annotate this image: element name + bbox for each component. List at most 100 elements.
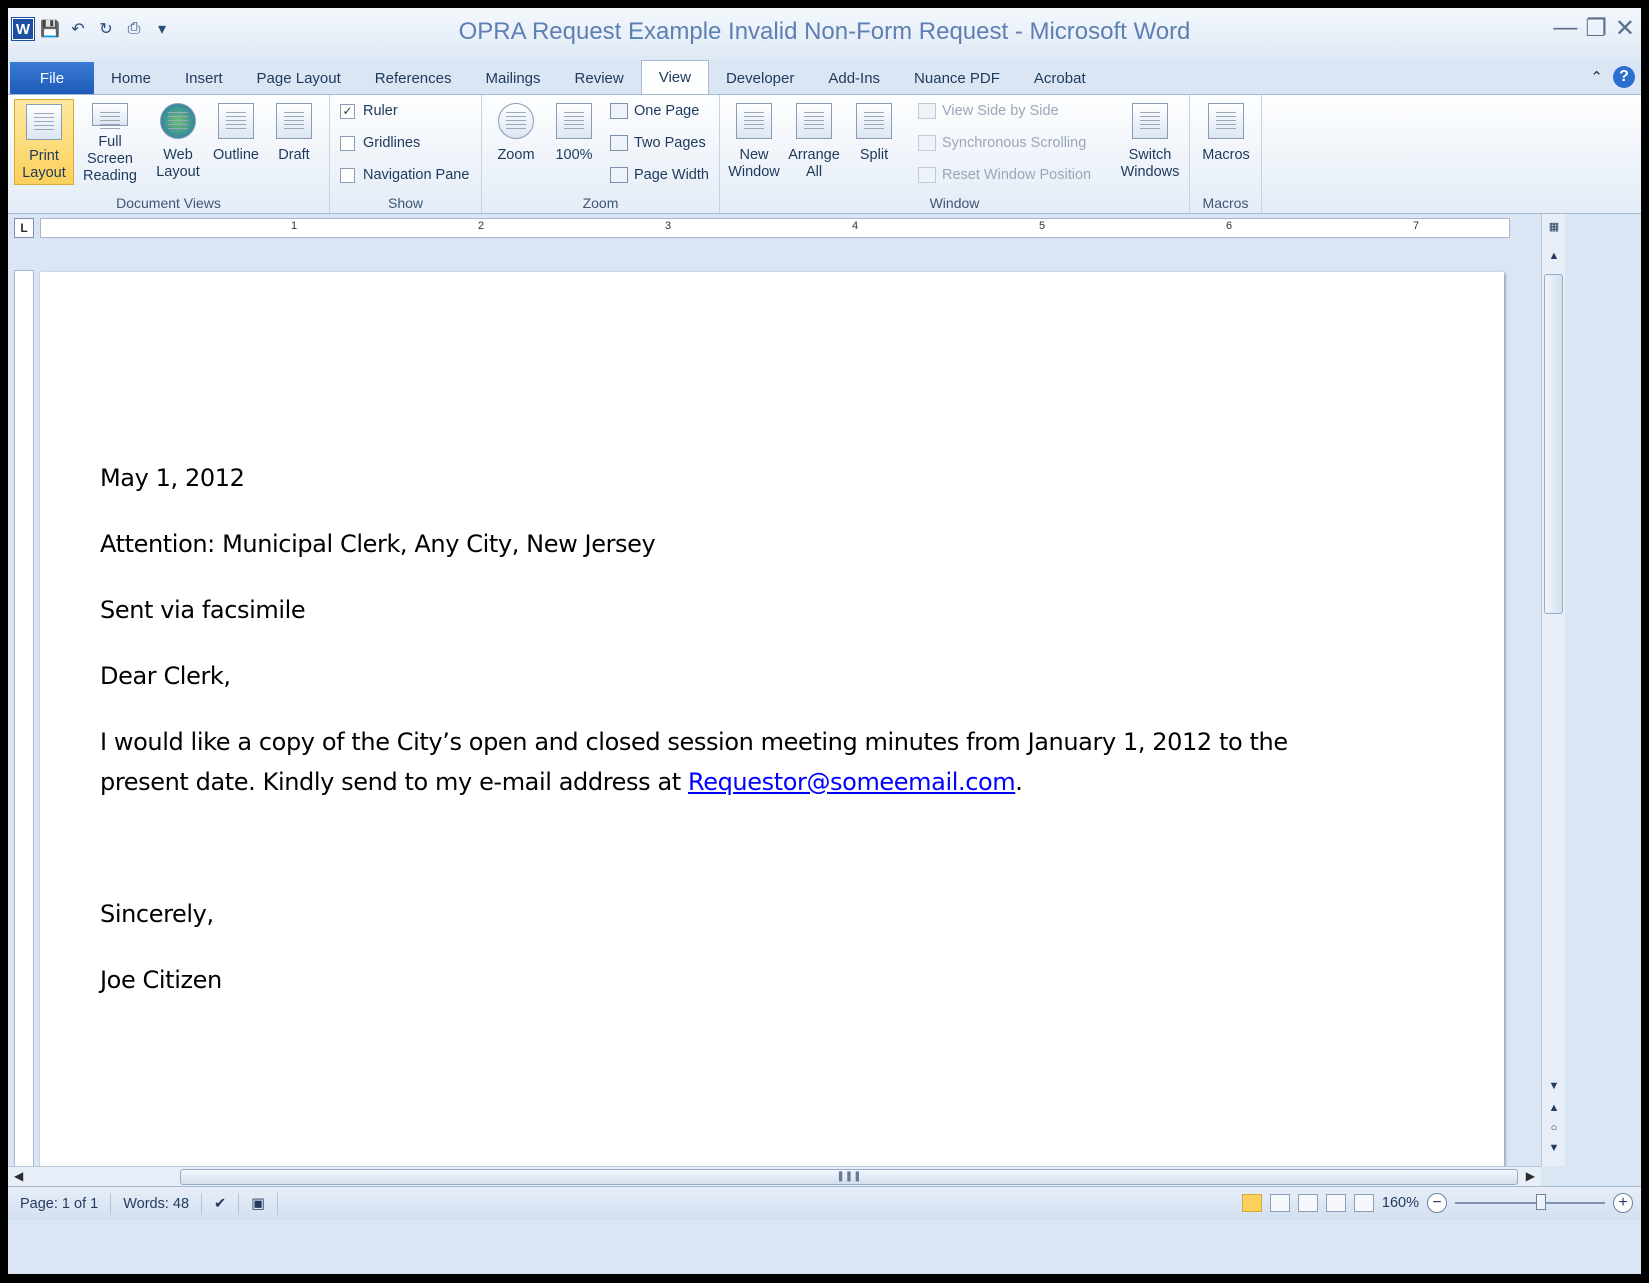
group-label-macros: Macros bbox=[1202, 195, 1249, 211]
title-bar: W 💾 ↶ ↻ ⎙ ▾ OPRA Request Example Invalid… bbox=[8, 8, 1641, 60]
split-button[interactable]: Split bbox=[844, 99, 904, 185]
draft-icon bbox=[276, 103, 312, 139]
tab-selector-icon[interactable]: L bbox=[14, 218, 34, 238]
vertical-ruler[interactable] bbox=[14, 270, 34, 1166]
vertical-scrollbar[interactable]: ▦ ▲ ▼ ▲ ○ ▼ bbox=[1541, 214, 1565, 1166]
web-layout-button[interactable]: Web Layout bbox=[148, 99, 208, 185]
group-document-views: Print Layout Full Screen Reading Web Lay… bbox=[8, 95, 330, 213]
new-window-button[interactable]: New Window bbox=[724, 99, 784, 185]
zoom-out-icon[interactable]: − bbox=[1427, 1193, 1447, 1213]
one-page-button[interactable]: One Page bbox=[610, 103, 699, 119]
ruler-toggle-icon[interactable]: ▦ bbox=[1542, 220, 1566, 238]
horizontal-scroll-thumb[interactable]: ❚❚❚ bbox=[180, 1169, 1518, 1185]
letter-sent-via: Sent via facsimile bbox=[100, 596, 306, 624]
navigation-pane-checkbox[interactable]: Navigation Pane bbox=[340, 167, 469, 183]
close-icon[interactable]: ✕ bbox=[1615, 14, 1635, 43]
zoom-button[interactable]: Zoom bbox=[486, 99, 546, 185]
document-page[interactable]: May 1, 2012 Attention: Municipal Clerk, … bbox=[40, 272, 1504, 1166]
group-label-window: Window bbox=[929, 195, 980, 211]
vertical-scroll-thumb[interactable] bbox=[1544, 274, 1563, 614]
draft-button[interactable]: Draft bbox=[264, 99, 324, 185]
zoom-in-icon[interactable]: + bbox=[1613, 1193, 1633, 1213]
minimize-icon[interactable]: — bbox=[1553, 14, 1577, 43]
arrange-all-button[interactable]: Arrange All bbox=[784, 99, 844, 185]
scroll-left-icon[interactable]: ◀ bbox=[14, 1169, 23, 1183]
macros-icon bbox=[1208, 103, 1244, 139]
tab-review[interactable]: Review bbox=[558, 62, 641, 94]
tab-acrobat[interactable]: Acrobat bbox=[1017, 62, 1103, 94]
horizontal-ruler[interactable]: 1 2 3 4 5 6 7 bbox=[40, 218, 1510, 238]
tab-mailings[interactable]: Mailings bbox=[469, 62, 558, 94]
previous-page-icon[interactable]: ▲ bbox=[1542, 1102, 1566, 1120]
zoom-level[interactable]: 160% bbox=[1382, 1195, 1419, 1211]
ribbon-tabs: File Home Insert Page Layout References … bbox=[8, 60, 1641, 94]
page-count[interactable]: Page: 1 of 1 bbox=[8, 1192, 112, 1215]
ruler-number: 2 bbox=[478, 220, 485, 232]
ruler-checkbox[interactable]: ✓ Ruler bbox=[340, 103, 398, 119]
page-width-icon bbox=[610, 167, 628, 183]
tab-references[interactable]: References bbox=[358, 62, 469, 94]
page-100-icon bbox=[556, 103, 592, 139]
draft-view-icon[interactable] bbox=[1353, 1194, 1374, 1212]
zoom-100-button[interactable]: 100% bbox=[544, 99, 604, 185]
one-page-icon bbox=[610, 103, 628, 119]
zoom-slider-thumb[interactable] bbox=[1536, 1194, 1547, 1210]
macros-button[interactable]: Macros bbox=[1196, 99, 1256, 185]
email-link[interactable]: Requestor@someemail.com bbox=[688, 768, 1016, 796]
help-icon[interactable]: ? bbox=[1613, 66, 1635, 88]
group-window: New Window Arrange All Split View Side b… bbox=[720, 95, 1190, 213]
minimize-ribbon-icon[interactable]: ⌃ bbox=[1590, 68, 1603, 86]
checkbox-unchecked-icon bbox=[340, 135, 355, 151]
word-window: W 💾 ↶ ↻ ⎙ ▾ OPRA Request Example Invalid… bbox=[8, 8, 1641, 1274]
scroll-down-icon[interactable]: ▼ bbox=[1542, 1080, 1566, 1098]
ribbon: Print Layout Full Screen Reading Web Lay… bbox=[8, 94, 1641, 214]
outline-view-icon[interactable] bbox=[1325, 1194, 1346, 1212]
restore-icon[interactable]: ❐ bbox=[1585, 14, 1607, 43]
full-screen-reading-button[interactable]: Full Screen Reading bbox=[74, 99, 146, 185]
switch-windows-button[interactable]: Switch Windows bbox=[1112, 99, 1188, 185]
status-bar: Page: 1 of 1 Words: 48 ✔ ▣ 160% − + bbox=[8, 1186, 1641, 1220]
group-show: ✓ Ruler Gridlines Navigation Pane Show bbox=[330, 95, 482, 213]
scroll-up-icon[interactable]: ▲ bbox=[1542, 250, 1566, 268]
reset-window-position-button[interactable]: Reset Window Position bbox=[918, 167, 1091, 183]
tab-home[interactable]: Home bbox=[94, 62, 168, 94]
zoom-slider[interactable] bbox=[1455, 1194, 1605, 1210]
letter-closing: Sincerely, bbox=[100, 900, 214, 928]
macro-recording-icon[interactable]: ▣ bbox=[239, 1192, 278, 1215]
checkbox-unchecked-icon bbox=[340, 167, 355, 183]
synchronous-scrolling-button[interactable]: Synchronous Scrolling bbox=[918, 135, 1086, 151]
page-width-button[interactable]: Page Width bbox=[610, 167, 709, 183]
view-side-by-side-button[interactable]: View Side by Side bbox=[918, 103, 1059, 119]
tab-view[interactable]: View bbox=[640, 60, 709, 94]
ruler-number: 6 bbox=[1226, 220, 1233, 232]
proofing-icon[interactable]: ✔ bbox=[202, 1192, 240, 1215]
scroll-right-icon[interactable]: ▶ bbox=[1526, 1169, 1535, 1183]
select-browse-object-icon[interactable]: ○ bbox=[1542, 1122, 1566, 1140]
tab-nuance-pdf[interactable]: Nuance PDF bbox=[897, 62, 1017, 94]
tab-add-ins[interactable]: Add-Ins bbox=[811, 62, 897, 94]
tab-page-layout[interactable]: Page Layout bbox=[240, 62, 358, 94]
tab-file[interactable]: File bbox=[10, 62, 94, 94]
new-window-icon bbox=[736, 103, 772, 139]
ruler-row: L 1 2 3 4 5 6 7 bbox=[8, 214, 1641, 242]
tab-insert[interactable]: Insert bbox=[168, 62, 240, 94]
zoom-controls: 160% − + bbox=[1241, 1193, 1633, 1213]
word-count[interactable]: Words: 48 bbox=[111, 1192, 203, 1215]
full-screen-reading-view-icon[interactable] bbox=[1269, 1194, 1290, 1212]
web-layout-view-icon[interactable] bbox=[1297, 1194, 1318, 1212]
group-macros: Macros Macros bbox=[1190, 95, 1262, 213]
letter-date: May 1, 2012 bbox=[100, 464, 245, 492]
gridlines-checkbox[interactable]: Gridlines bbox=[340, 135, 420, 151]
print-layout-view-icon[interactable] bbox=[1241, 1194, 1262, 1212]
tab-right-controls: ⌃ ? bbox=[1590, 66, 1635, 88]
group-label-document-views: Document Views bbox=[116, 195, 221, 211]
ruler-number: 4 bbox=[852, 220, 859, 232]
outline-button[interactable]: Outline bbox=[206, 99, 266, 185]
letter-salutation: Dear Clerk, bbox=[100, 662, 231, 690]
ruler-number: 3 bbox=[665, 220, 672, 232]
tab-developer[interactable]: Developer bbox=[709, 62, 811, 94]
horizontal-scrollbar[interactable]: ◀ ❚❚❚ ▶ bbox=[8, 1166, 1541, 1186]
two-pages-button[interactable]: Two Pages bbox=[610, 135, 706, 151]
print-layout-button[interactable]: Print Layout bbox=[14, 99, 74, 185]
next-page-icon[interactable]: ▼ bbox=[1542, 1142, 1566, 1160]
